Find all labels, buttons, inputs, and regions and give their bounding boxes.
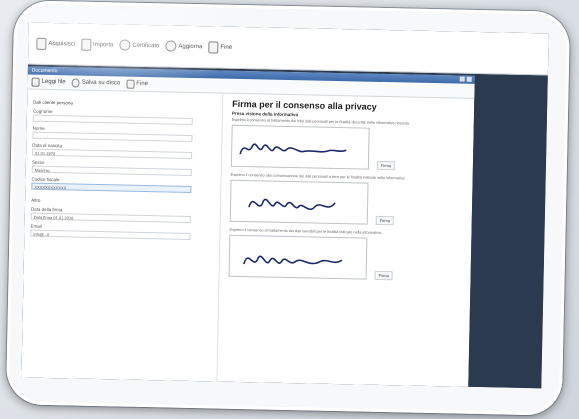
app-screen: Acquisisci Importa Certificato Aggiorna … (21, 22, 549, 389)
device-frame: Acquisisci Importa Certificato Aggiorna … (5, 0, 571, 416)
signature-pad[interactable] (229, 179, 369, 225)
sign-button[interactable]: Firma (375, 215, 395, 226)
read-file-icon (31, 77, 40, 87)
save-button[interactable]: Salva su disco (71, 77, 121, 88)
document-window: Documento Leggi file Salva su disco Fine… (21, 66, 475, 387)
close-button[interactable] (466, 76, 472, 82)
privacy-consent-panel: Firma per il consenso alla privacy Presa… (226, 95, 472, 387)
window-title: Documento (31, 67, 58, 75)
read-file-button[interactable]: Leggi file (31, 77, 66, 87)
background-panel (468, 75, 548, 389)
toolbar-scan-button[interactable]: Acquisisci (36, 37, 75, 50)
handwritten-signature (239, 143, 347, 155)
customer-form: Dati cliente persona Cognome Nome Data d… (21, 90, 224, 382)
certificate-icon (119, 39, 131, 51)
import-icon (80, 38, 92, 51)
save-label: Salva su disco (81, 79, 121, 87)
signature-pad[interactable] (228, 234, 368, 280)
refresh-icon (165, 40, 177, 52)
handwritten-signature (248, 198, 336, 211)
toolbar-import-button[interactable]: Importa (80, 38, 114, 51)
save-icon (71, 77, 80, 88)
toolbar-import-label: Importa (93, 41, 114, 48)
sign-button[interactable]: Firma (376, 160, 396, 171)
toolbar-finish-button[interactable]: Fine (208, 40, 233, 54)
window-finish-label: Fine (136, 80, 149, 88)
read-file-label: Leggi file (41, 78, 66, 86)
toolbar-scan-label: Acquisisci (48, 40, 76, 48)
window-finish-button[interactable]: Fine (126, 79, 149, 89)
signature-pad[interactable] (230, 124, 370, 170)
handwritten-signature (243, 255, 343, 265)
sign-button[interactable]: Firma (374, 270, 393, 281)
toolbar-finish-label: Fine (220, 44, 233, 51)
minimize-button[interactable] (459, 76, 465, 82)
toolbar-refresh-button[interactable]: Aggiorna (165, 40, 203, 52)
section-personal-heading: Dati cliente persona (33, 99, 73, 106)
finish-icon (126, 79, 135, 89)
toolbar-refresh-label: Aggiorna (178, 43, 203, 50)
toolbar-certificate-button[interactable]: Certificato (119, 39, 159, 51)
finish-icon (208, 40, 219, 54)
toolbar-certificate-label: Certificato (132, 42, 160, 49)
scanner-icon (36, 37, 47, 50)
section-other-heading: Altro (31, 197, 41, 203)
